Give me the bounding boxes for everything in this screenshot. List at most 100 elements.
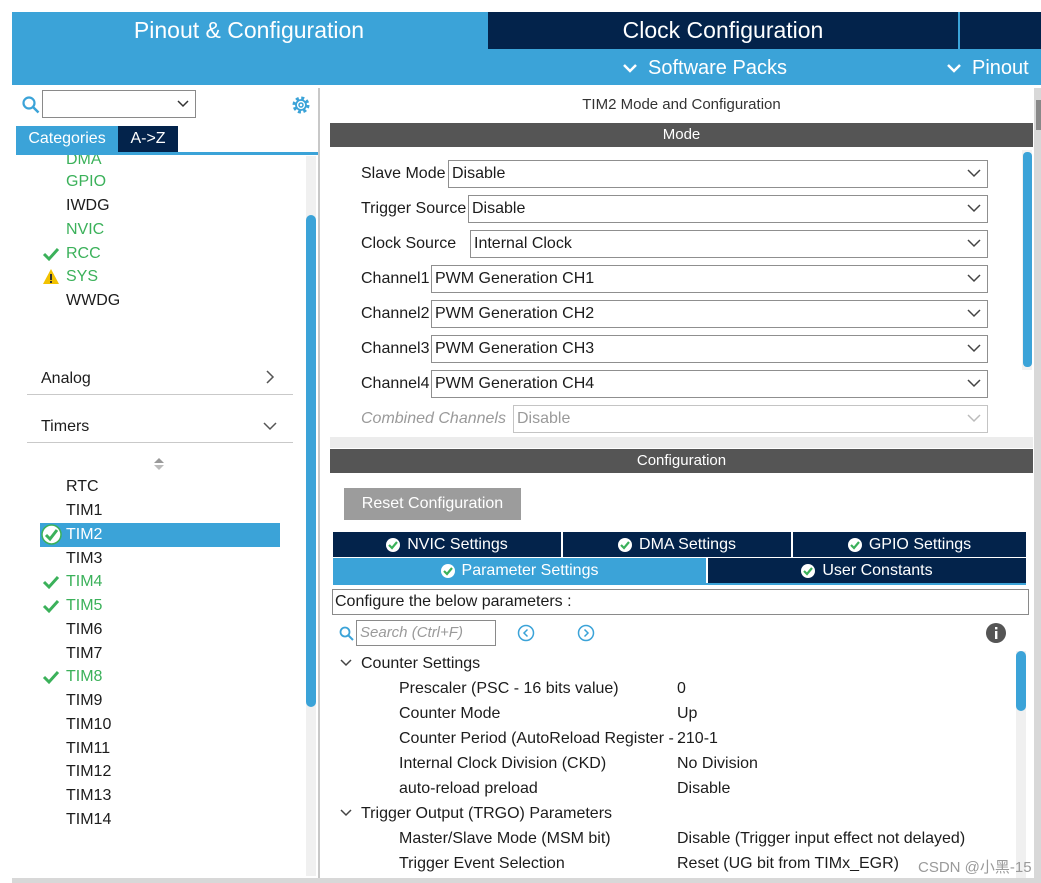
list-item-gpio[interactable]: GPIO	[66, 171, 106, 193]
channel2-select[interactable]: PWM Generation CH2	[431, 300, 988, 328]
param-msm-value[interactable]: Disable (Trigger input effect not delaye…	[677, 830, 965, 848]
panel-title: TIM2 Mode and Configuration	[582, 96, 781, 113]
params-scrollbar-thumb[interactable]	[1016, 651, 1026, 711]
param-auto-reload-value[interactable]: Disable	[677, 780, 730, 798]
tab-nvic-settings[interactable]: NVIC Settings	[333, 532, 561, 557]
list-item-tim6[interactable]: TIM6	[66, 619, 102, 641]
check-circle-icon	[618, 537, 633, 552]
chevron-down-icon[interactable]	[340, 809, 352, 818]
group-trgo-parameters[interactable]: Trigger Output (TRGO) Parameters	[361, 805, 612, 823]
list-item-tim2[interactable]: TIM2	[66, 524, 102, 546]
list-item-tim1[interactable]: TIM1	[66, 500, 102, 522]
list-item-tim13[interactable]: TIM13	[66, 785, 111, 807]
tab-extra[interactable]	[960, 12, 1041, 49]
channel4-select[interactable]: PWM Generation CH4	[431, 370, 988, 398]
window-edge	[1034, 88, 1041, 883]
list-item-tim3[interactable]: TIM3	[66, 548, 102, 570]
list-item-wwdg[interactable]: WWDG	[66, 290, 120, 312]
select-value: PWM Generation CH3	[435, 340, 595, 357]
channel1-select[interactable]: PWM Generation CH1	[431, 265, 988, 293]
trigger-source-select[interactable]: Disable	[468, 195, 988, 223]
list-item-tim12[interactable]: TIM12	[66, 761, 111, 783]
param-clock-division-value[interactable]: No Division	[677, 755, 758, 773]
group-counter-settings[interactable]: Counter Settings	[361, 655, 480, 673]
channel3-label: Channel3	[361, 340, 430, 357]
section-timers[interactable]: Timers	[41, 418, 89, 436]
check-circle-icon	[847, 537, 862, 552]
chevron-down-icon	[967, 204, 981, 213]
param-prescaler-label: Prescaler (PSC - 16 bits value)	[399, 680, 619, 697]
param-counter-mode-value[interactable]: Up	[677, 705, 697, 723]
tab-user-constants[interactable]: User Constants	[708, 558, 1026, 583]
tab-categories[interactable]: Categories	[16, 126, 118, 152]
next-match-icon[interactable]	[577, 624, 595, 642]
param-counter-period-value[interactable]: 210-1	[677, 730, 718, 748]
list-item-tim4[interactable]: TIM4	[66, 571, 102, 593]
slave-mode-select[interactable]: Disable	[448, 160, 988, 188]
list-clip: DMA	[12, 155, 302, 169]
list-item-tim10[interactable]: TIM10	[66, 714, 111, 736]
list-item-tim8[interactable]: TIM8	[66, 666, 102, 688]
search-icon	[339, 626, 354, 641]
chevron-right-icon[interactable]	[265, 370, 275, 384]
chevron-down-icon[interactable]	[263, 421, 277, 431]
chevron-down-icon	[967, 379, 981, 388]
list-item-dma[interactable]: DMA	[66, 155, 102, 169]
param-counter-mode-label: Counter Mode	[399, 705, 501, 722]
tab-dma-settings[interactable]: DMA Settings	[563, 532, 791, 557]
list-item-tim14[interactable]: TIM14	[66, 809, 111, 831]
list-item-nvic[interactable]: NVIC	[66, 219, 104, 241]
clock-source-select[interactable]: Internal Clock	[470, 230, 988, 258]
search-icon[interactable]	[22, 96, 40, 114]
channel3-select[interactable]: PWM Generation CH3	[431, 335, 988, 363]
list-item-sys[interactable]: SYS	[66, 266, 98, 288]
parameter-search-input[interactable]: Search (Ctrl+F)	[356, 620, 496, 646]
divider	[27, 394, 293, 395]
param-counter-period-label: Counter Period (AutoReload Register - .	[399, 730, 683, 747]
list-item-tim9[interactable]: TIM9	[66, 690, 102, 712]
previous-match-icon[interactable]	[517, 624, 535, 642]
sort-icon[interactable]	[154, 458, 164, 470]
check-circle-icon	[440, 563, 455, 578]
param-trigger-event-label: Trigger Event Selection	[399, 855, 565, 872]
left-scrollbar-thumb[interactable]	[306, 215, 316, 707]
splitter[interactable]	[330, 437, 1033, 448]
tab-gpio-settings[interactable]: GPIO Settings	[793, 532, 1026, 557]
param-trigger-event-value[interactable]: Reset (UG bit from TIMx_EGR)	[677, 855, 899, 873]
tab-pinout-configuration[interactable]: Pinout & Configuration	[12, 12, 486, 49]
section-analog[interactable]: Analog	[41, 370, 91, 388]
reset-configuration-button[interactable]: Reset Configuration	[344, 488, 521, 520]
category-search-combo[interactable]	[42, 90, 196, 118]
chevron-down-icon	[947, 64, 961, 73]
select-value: PWM Generation CH4	[435, 375, 595, 392]
list-item-tim11[interactable]: TIM11	[66, 738, 110, 760]
check-circle-icon	[801, 563, 816, 578]
list-item-tim5[interactable]: TIM5	[66, 595, 102, 617]
select-value: Disable	[452, 165, 506, 182]
info-icon[interactable]	[986, 623, 1006, 643]
channel4-label: Channel4	[361, 375, 430, 392]
channel2-label: Channel2	[361, 305, 430, 322]
check-circle-icon	[41, 524, 62, 545]
clock-source-label: Clock Source	[361, 235, 457, 252]
tab-a-z[interactable]: A->Z	[118, 126, 178, 152]
mode-scrollbar-thumb[interactable]	[1023, 152, 1032, 367]
tab-clock-configuration[interactable]: Clock Configuration	[488, 12, 958, 49]
software-packs-menu[interactable]: Software Packs	[622, 51, 787, 85]
tab-parameter-settings[interactable]: Parameter Settings	[333, 558, 706, 583]
window-edge-handle[interactable]	[1036, 100, 1041, 130]
list-item-iwdg[interactable]: IWDG	[66, 195, 110, 217]
chevron-down-icon[interactable]	[340, 659, 352, 668]
param-msm-label: Master/Slave Mode (MSM bit)	[399, 830, 611, 847]
slave-mode-label: Slave Mode	[361, 165, 446, 182]
select-value: PWM Generation CH1	[435, 270, 595, 287]
list-item-tim7[interactable]: TIM7	[66, 643, 102, 665]
list-item-rtc[interactable]: RTC	[66, 476, 99, 498]
select-value: Disable	[517, 410, 571, 427]
pinout-menu[interactable]: Pinout	[946, 51, 1029, 85]
list-item-rcc[interactable]: RCC	[66, 243, 101, 265]
check-icon	[42, 670, 60, 685]
combined-channels-label: Combined Channels	[361, 410, 506, 427]
param-prescaler-value[interactable]: 0	[677, 680, 686, 698]
gear-icon[interactable]	[290, 94, 312, 116]
